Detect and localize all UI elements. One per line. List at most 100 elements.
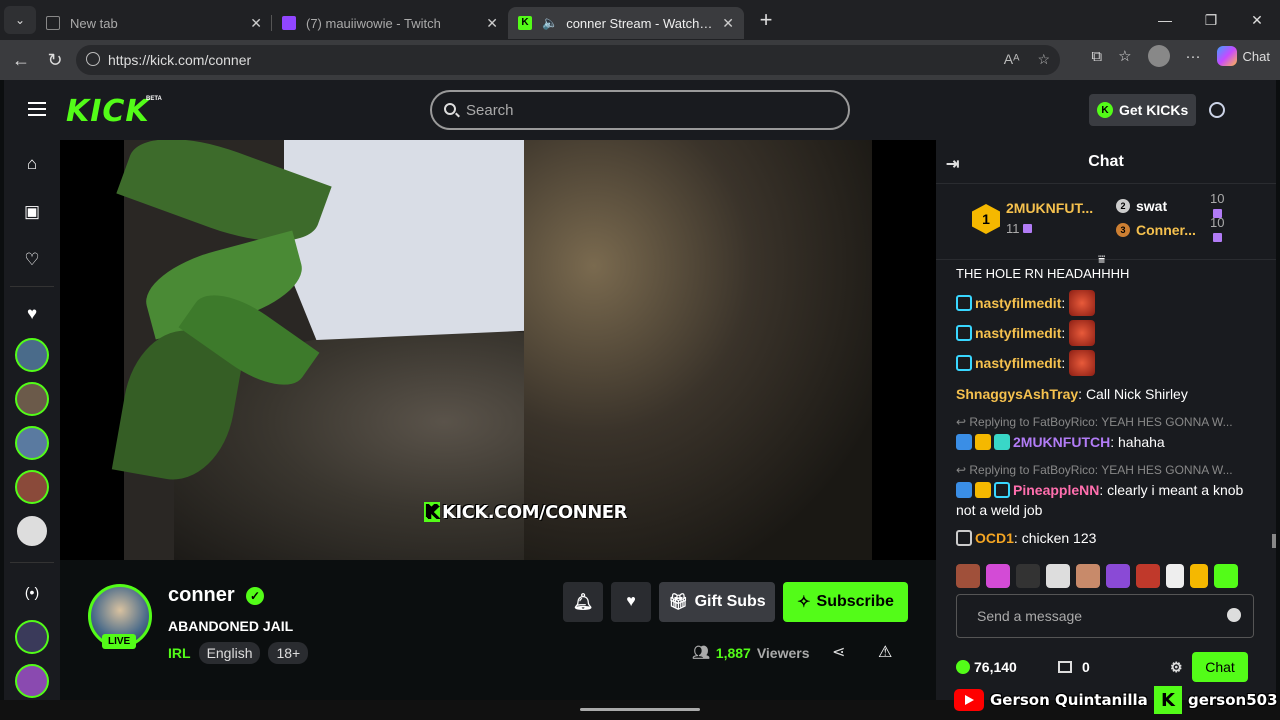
speaker-icon[interactable]: 🔈 xyxy=(542,15,558,31)
category-link[interactable]: IRL xyxy=(168,645,191,661)
viewers-icon: 👥︎ xyxy=(692,644,710,660)
extensions-icon[interactable]: ⧉ xyxy=(1091,48,1102,65)
back-icon[interactable]: ← xyxy=(4,50,38,71)
reply-icon: ↩ xyxy=(956,463,970,477)
chat-username[interactable]: nastyfilmedit xyxy=(975,325,1061,341)
subscribe-button[interactable]: ✧ Subscribe xyxy=(783,582,908,622)
emote-icon[interactable] xyxy=(1046,564,1070,588)
followed-channel-avatar[interactable] xyxy=(15,470,49,504)
tab-actions-menu[interactable]: ⌄ xyxy=(4,6,36,34)
emote-icon[interactable] xyxy=(1214,564,1238,588)
chat-username[interactable]: OCD1 xyxy=(975,530,1014,546)
gear-icon[interactable]: ⚙ xyxy=(1170,659,1183,676)
video-player[interactable]: K KICK.COM/CONNER xyxy=(60,140,936,560)
site-info-icon[interactable] xyxy=(86,52,100,66)
emote-icon[interactable] xyxy=(1136,564,1160,588)
store-count: 0 xyxy=(1082,659,1090,675)
favorites-bar-icon[interactable]: ☆ xyxy=(1118,47,1131,65)
collapse-chat-icon[interactable]: ⇥ xyxy=(946,154,959,174)
emote-icon[interactable] xyxy=(956,564,980,588)
subscribe-label: Subscribe xyxy=(816,593,894,610)
followed-channel-avatar[interactable] xyxy=(15,426,49,460)
search-icon xyxy=(444,103,456,115)
viewer-count: 👥︎ 1,887 Viewers xyxy=(692,644,810,661)
chat-input[interactable]: Send a message xyxy=(956,594,1254,638)
report-icon[interactable]: ⚠ xyxy=(878,642,892,662)
notifications-button[interactable]: 🔔︎ xyxy=(563,582,603,622)
scrollbar[interactable] xyxy=(1272,534,1276,548)
close-window-icon[interactable]: ✕ xyxy=(1234,0,1280,40)
browse-icon[interactable]: ▣ xyxy=(22,202,42,222)
read-aloud-icon[interactable]: Aᴬ xyxy=(1004,51,1020,68)
close-tab-icon[interactable]: ✕ xyxy=(486,15,498,32)
chat-message: nastyfilmedit: xyxy=(956,290,1256,316)
new-tab-button[interactable]: + xyxy=(748,7,784,33)
send-chat-button[interactable]: Chat xyxy=(1192,652,1248,682)
copilot-button[interactable]: Chat xyxy=(1216,46,1270,66)
following-icon[interactable]: ♡ xyxy=(22,250,42,270)
gift-subs-button[interactable]: 🎁︎ Gift Subs xyxy=(659,582,775,622)
leader-1-count: 11 xyxy=(1006,221,1020,236)
emote-icon[interactable] xyxy=(1106,564,1130,588)
browser-tab-bar: ⌄ New tab ✕ (7) mauiiwowie - Twitch ✕ K … xyxy=(0,0,1280,40)
chat-username[interactable]: PineappleNN xyxy=(1013,482,1099,498)
followed-channel-avatar[interactable] xyxy=(15,514,49,548)
menu-icon[interactable] xyxy=(28,102,46,116)
moderator-badge-icon xyxy=(956,482,972,498)
emote-icon[interactable] xyxy=(1016,564,1040,588)
follow-button[interactable]: ♥ xyxy=(611,582,651,622)
close-tab-icon[interactable]: ✕ xyxy=(722,15,734,32)
favorite-icon[interactable]: ☆ xyxy=(1037,51,1050,68)
minimize-icon[interactable]: — xyxy=(1142,0,1188,40)
kick-name: gerson503 xyxy=(1188,691,1278,709)
get-kicks-label: Get KICKs xyxy=(1119,102,1189,118)
emote-icon xyxy=(1069,290,1096,316)
channel-points[interactable]: 76,140 xyxy=(956,659,1017,675)
channel-name[interactable]: conner xyxy=(168,584,235,607)
channel-info: LIVE conner ✓ ABANDONED JAIL IRL English… xyxy=(60,560,936,700)
leader-3-name[interactable]: Conner... xyxy=(1136,222,1196,238)
more-icon[interactable]: ··· xyxy=(1186,48,1201,65)
profile-icon[interactable] xyxy=(1147,45,1170,67)
followed-channels-icon: ♥ xyxy=(26,304,38,323)
leader-2-name[interactable]: swat xyxy=(1136,198,1167,214)
get-kicks-button[interactable]: K Get KICKs xyxy=(1089,94,1196,126)
emote-icon[interactable] xyxy=(986,564,1010,588)
url-field[interactable]: https://kick.com/conner Aᴬ ☆ xyxy=(76,45,1060,75)
emote-icon[interactable] xyxy=(1166,564,1184,588)
verified-icon: ✓ xyxy=(246,587,264,605)
store-button[interactable]: 0 xyxy=(1058,659,1090,675)
tag-language[interactable]: English xyxy=(198,642,261,664)
tab-title: New tab xyxy=(70,15,118,31)
tab-twitch[interactable]: (7) mauiiwowie - Twitch ✕ xyxy=(272,7,508,39)
recommended-channel-avatar[interactable] xyxy=(15,620,49,654)
emoji-icon[interactable] xyxy=(1227,608,1241,622)
recommended-channel-avatar[interactable] xyxy=(15,664,49,698)
leader-1-name[interactable]: 2MUKNFUT... xyxy=(1006,200,1093,216)
reply-preview[interactable]: Replying to FatBoyRico: YEAH HES GONNA W… xyxy=(969,463,1232,477)
reply-preview[interactable]: Replying to FatBoyRico: YEAH HES GONNA W… xyxy=(969,415,1232,429)
tag-mature[interactable]: 18+ xyxy=(268,642,309,664)
refresh-icon[interactable]: ↻ xyxy=(38,50,72,71)
chat-username[interactable]: 2MUKNFUTCH xyxy=(1013,434,1110,450)
emote-icon[interactable] xyxy=(1190,564,1208,588)
stream-watermark: K KICK.COM/CONNER xyxy=(424,502,627,523)
close-tab-icon[interactable]: ✕ xyxy=(250,15,262,32)
share-icon[interactable]: ⋖ xyxy=(832,642,845,662)
chat-username[interactable]: nastyfilmedit xyxy=(975,295,1061,311)
reply-icon: ↩ xyxy=(956,415,970,429)
rank-1-badge: 1 xyxy=(972,204,1000,234)
kick-coin-icon[interactable] xyxy=(1209,102,1225,118)
restore-icon[interactable]: ❐ xyxy=(1188,0,1234,40)
followed-channel-avatar[interactable] xyxy=(15,338,49,372)
followed-channel-avatar[interactable] xyxy=(15,382,49,416)
tab-new-tab[interactable]: New tab ✕ xyxy=(36,7,272,39)
home-icon[interactable]: ⌂ xyxy=(22,154,42,174)
divider xyxy=(10,562,54,563)
chat-username[interactable]: nastyfilmedit xyxy=(975,355,1061,371)
chat-username[interactable]: ShnaggysAshTray xyxy=(956,386,1078,402)
search-input[interactable]: Search xyxy=(430,90,850,130)
emote-icon[interactable] xyxy=(1076,564,1100,588)
tab-kick[interactable]: K 🔈 conner Stream - Watch Live o ✕ xyxy=(508,7,744,39)
kick-logo[interactable]: KICK xyxy=(66,94,150,129)
